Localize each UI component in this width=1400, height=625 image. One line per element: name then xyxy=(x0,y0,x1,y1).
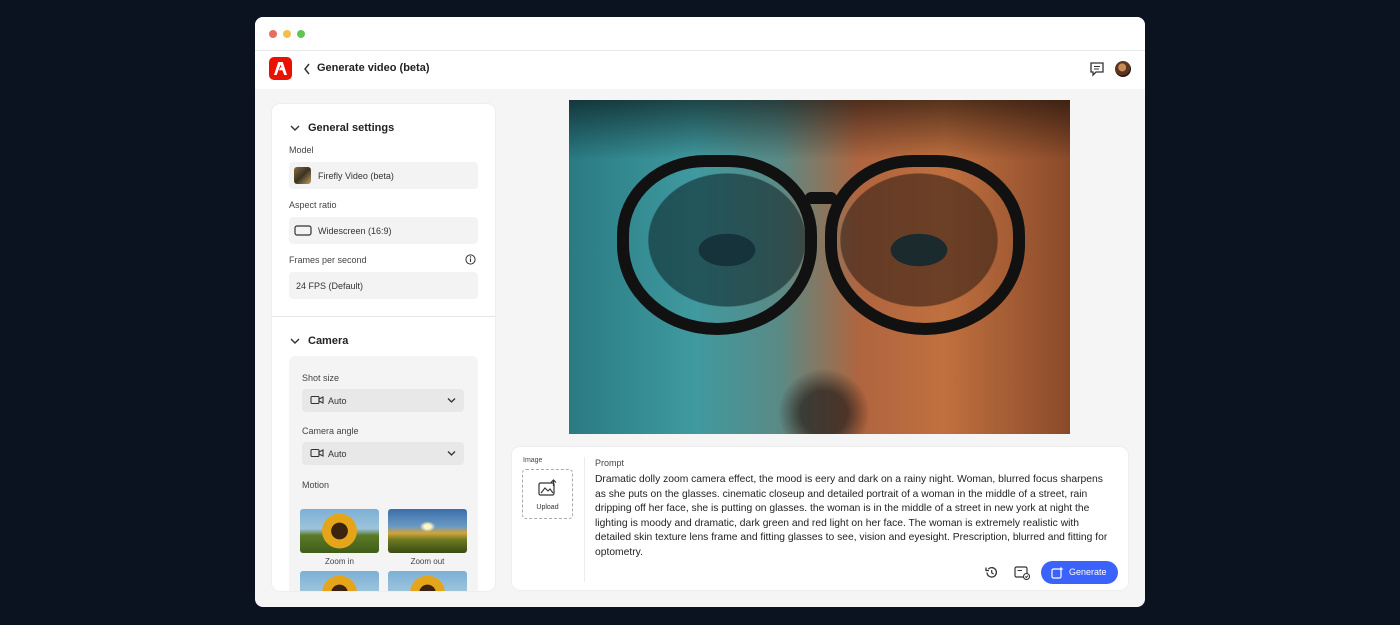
prompt-input[interactable]: Dramatic dolly zoom camera effect, the m… xyxy=(595,473,1115,561)
motion-zoom-out-thumbnail[interactable] xyxy=(388,509,467,553)
fps-value: 24 FPS (Default) xyxy=(296,281,364,291)
divider xyxy=(584,457,585,582)
preset-icon[interactable] xyxy=(1014,565,1030,580)
model-value: Firefly Video (beta) xyxy=(318,171,394,181)
settings-panel: General settings Model Firefly Video (be… xyxy=(272,104,495,591)
camera-settings-box: Shot size Auto Camera angle Auto Motion … xyxy=(289,356,478,591)
image-label: Image xyxy=(523,457,543,464)
chevron-down-icon xyxy=(290,125,300,131)
generate-icon xyxy=(1051,566,1064,579)
shot-size-value: Auto xyxy=(328,396,347,406)
close-window-button[interactable] xyxy=(269,30,277,38)
upload-label: Upload xyxy=(536,504,559,511)
aspect-ratio-select[interactable]: Widescreen (16:9) xyxy=(289,217,478,244)
chat-icon[interactable] xyxy=(1089,61,1105,77)
motion-zoom-in-label: Zoom in xyxy=(325,557,354,566)
divider xyxy=(272,316,495,317)
motion-zoom-in-thumbnail[interactable] xyxy=(300,509,379,553)
aspect-ratio-value: Widescreen (16:9) xyxy=(318,226,392,236)
video-frame-glasses-bridge xyxy=(805,192,837,204)
motion-label: Motion xyxy=(302,480,330,490)
video-frame-glasses-right xyxy=(825,155,1025,335)
info-icon[interactable] xyxy=(465,254,476,265)
chevron-left-icon[interactable] xyxy=(303,63,311,75)
model-thumbnail xyxy=(294,167,311,184)
prompt-panel: Image Upload Prompt Dramatic dolly zoom … xyxy=(512,447,1128,590)
camera-heading: Camera xyxy=(308,335,349,347)
general-settings-heading: General settings xyxy=(308,122,395,134)
avatar[interactable] xyxy=(1115,61,1131,77)
video-frame-nose xyxy=(759,350,889,434)
chevron-down-icon xyxy=(447,451,456,456)
app-window: Generate video (beta) General settings M… xyxy=(255,17,1145,607)
adobe-logo-icon[interactable] xyxy=(269,57,292,80)
aspect-ratio-label: Aspect ratio xyxy=(289,200,337,210)
motion-thumbnail[interactable] xyxy=(300,571,379,591)
generate-button[interactable]: Generate xyxy=(1041,561,1118,584)
motion-zoom-out-label: Zoom out xyxy=(410,557,445,566)
general-settings-toggle[interactable]: General settings xyxy=(290,122,394,134)
title-bar xyxy=(255,17,1145,51)
video-camera-icon xyxy=(310,448,324,458)
model-select[interactable]: Firefly Video (beta) xyxy=(289,162,478,189)
video-camera-icon xyxy=(310,395,324,405)
camera-toggle[interactable]: Camera xyxy=(290,335,348,347)
camera-angle-value: Auto xyxy=(328,449,347,459)
camera-angle-label: Camera angle xyxy=(302,426,359,436)
history-icon[interactable] xyxy=(984,565,999,580)
upload-image-button[interactable]: Upload xyxy=(522,469,573,519)
video-preview[interactable] xyxy=(569,100,1070,434)
minimize-window-button[interactable] xyxy=(283,30,291,38)
maximize-window-button[interactable] xyxy=(297,30,305,38)
page-title: Generate video (beta) xyxy=(317,62,430,74)
chevron-down-icon xyxy=(290,338,300,344)
motion-thumbnail[interactable] xyxy=(388,571,467,591)
widescreen-icon xyxy=(294,225,312,236)
shot-size-label: Shot size xyxy=(302,373,340,383)
generate-label: Generate xyxy=(1069,567,1107,577)
chevron-down-icon xyxy=(447,398,456,403)
upload-image-icon xyxy=(538,479,557,496)
shot-size-select[interactable]: Auto xyxy=(302,389,464,412)
app-header: Generate video (beta) xyxy=(255,51,1145,89)
prompt-label: Prompt xyxy=(595,458,625,468)
fps-select[interactable]: 24 FPS (Default) xyxy=(289,272,478,299)
camera-angle-select[interactable]: Auto xyxy=(302,442,464,465)
video-frame-shade xyxy=(569,100,1070,160)
video-frame-glasses-left xyxy=(617,155,817,335)
fps-label: Frames per second xyxy=(289,255,367,265)
model-label: Model xyxy=(289,145,314,155)
